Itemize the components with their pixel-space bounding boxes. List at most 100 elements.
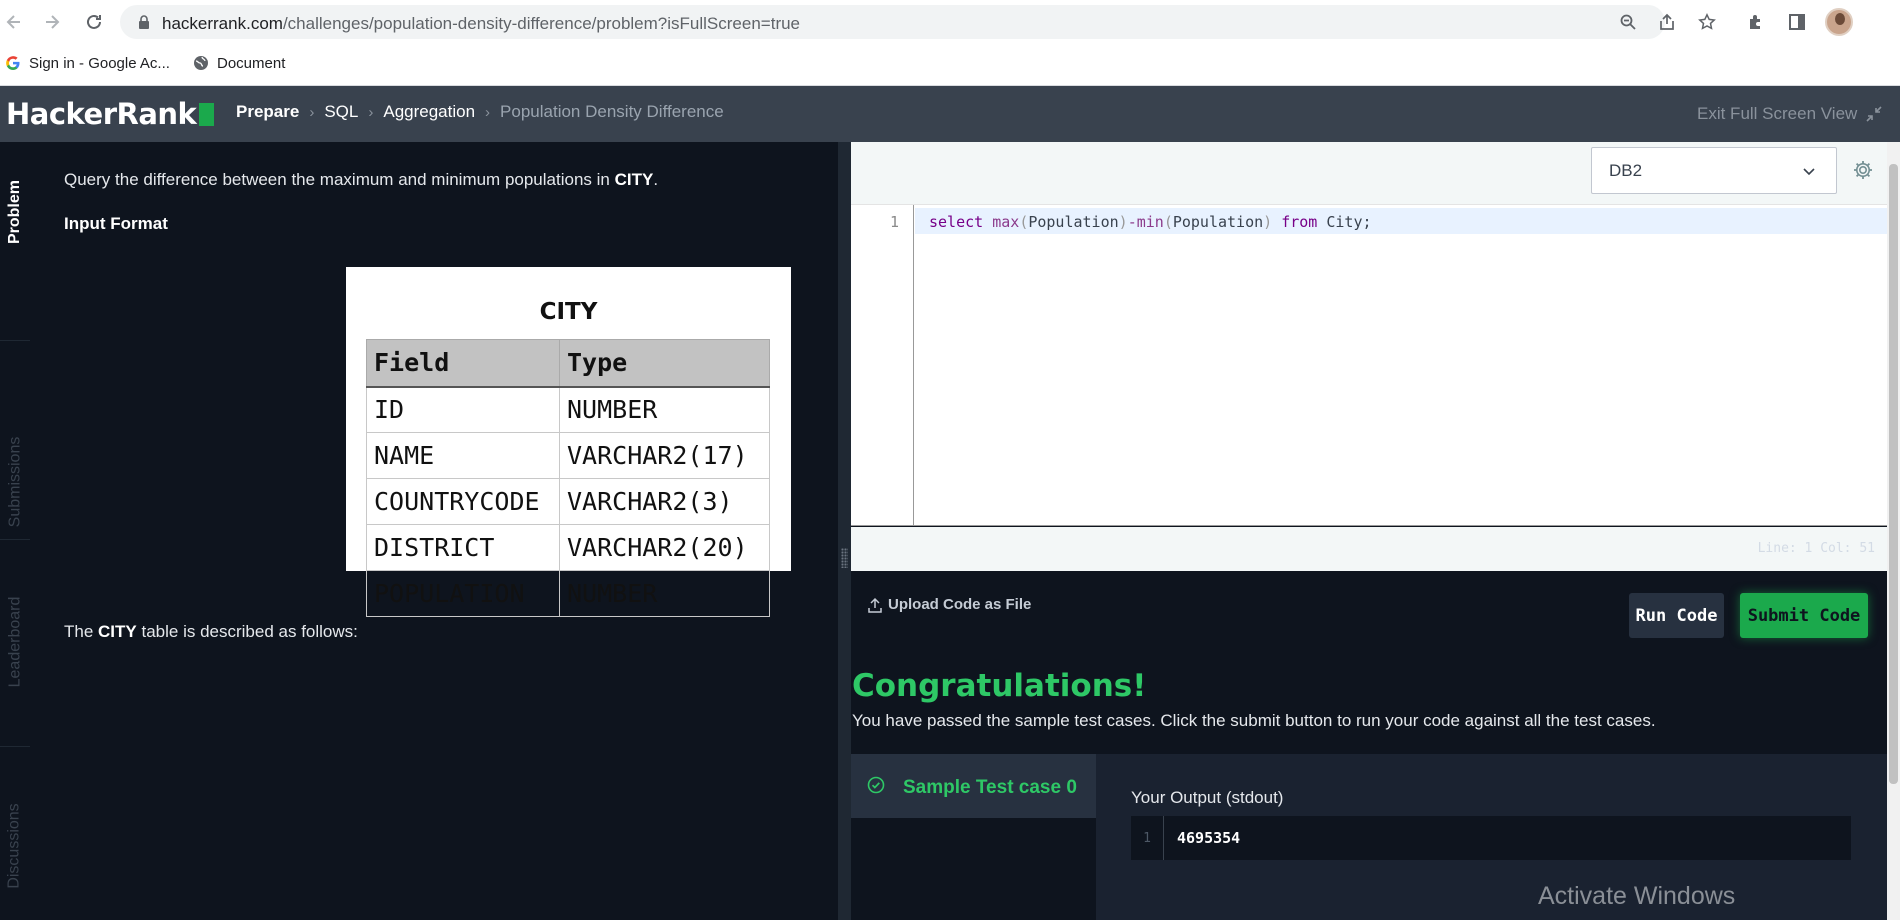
table-desc-text: The xyxy=(64,622,99,641)
address-bar[interactable]: hackerrank.com/challenges/population-den… xyxy=(120,5,1716,39)
code-text[interactable]: select max(Population)-min(Population) f… xyxy=(929,213,1372,231)
bookmark-document[interactable]: Document xyxy=(193,52,285,74)
zoom-icon[interactable] xyxy=(1618,12,1638,32)
schema-type: VARCHAR2(17) xyxy=(559,432,770,479)
tab-label: Discussions xyxy=(6,803,24,889)
language-value: DB2 xyxy=(1609,161,1643,180)
tab-divider xyxy=(0,340,30,341)
chevron-right-icon: › xyxy=(309,103,315,121)
table-row: NAME VARCHAR2(17) xyxy=(366,432,770,479)
language-select[interactable]: DB2 xyxy=(1591,147,1837,194)
code-function: min xyxy=(1136,213,1164,231)
table-row: POPULATION NUMBER xyxy=(366,570,770,617)
result-message: You have passed the sample test cases. C… xyxy=(852,711,1656,730)
schema-field: DISTRICT xyxy=(366,524,560,571)
code-editor[interactable]: 1 select max(Population)-min(Population)… xyxy=(851,204,1887,526)
google-icon xyxy=(5,55,21,71)
editor-toolbar: DB2 xyxy=(851,142,1887,204)
problem-pane: Query the difference between the maximum… xyxy=(30,142,838,920)
resize-grip-icon[interactable] xyxy=(841,548,848,568)
reload-icon[interactable] xyxy=(80,8,108,36)
statement-table-name: CITY xyxy=(614,170,654,189)
schema-field: POPULATION xyxy=(366,570,560,617)
schema-type: NUMBER xyxy=(559,570,770,617)
schema-field: COUNTRYCODE xyxy=(366,478,560,525)
problem-side-tabs: Problem Submissions Leaderboard Discussi… xyxy=(0,142,30,920)
tab-divider xyxy=(0,539,30,540)
city-schema-image: CITY Field Type ID NUMBER NAME VARCHAR2(17… xyxy=(346,267,791,617)
breadcrumb: Prepare › SQL › Aggregation › Population… xyxy=(236,102,724,122)
tab-label: Leaderboard xyxy=(6,596,23,688)
hackerrank-logo[interactable]: HackerRank xyxy=(6,97,215,131)
chevron-right-icon: › xyxy=(368,103,374,121)
browser-chrome: hackerrank.com/challenges/population-den… xyxy=(0,0,1900,86)
url-host: hackerrank.com xyxy=(162,14,283,33)
breadcrumb-sql[interactable]: SQL xyxy=(324,102,358,122)
chevron-down-icon xyxy=(1800,162,1818,180)
schema-type: NUMBER xyxy=(559,386,770,433)
schema-type: VARCHAR2(20) xyxy=(559,524,770,571)
schema-header-cell: Field xyxy=(366,339,560,388)
submit-code-button[interactable]: Submit Code xyxy=(1740,593,1868,638)
avatar[interactable] xyxy=(1825,8,1853,36)
testcase-list xyxy=(851,818,1096,920)
result-title: Congratulations! xyxy=(852,668,1147,704)
code-paren: ) xyxy=(1263,213,1273,231)
editor-statusbar: Line: 1 Col: 51 xyxy=(851,527,1887,571)
tab-problem[interactable]: Problem xyxy=(0,152,30,272)
line-gutter: 1 xyxy=(851,205,914,525)
code-keyword: select xyxy=(929,213,984,231)
sample-testcase-tab[interactable]: Sample Test case 0 xyxy=(851,754,1096,818)
lock-icon[interactable] xyxy=(136,14,152,30)
upload-icon xyxy=(868,597,882,613)
windows-watermark: Activate Windows xyxy=(1538,882,1736,910)
code-operator: - xyxy=(1127,213,1137,231)
breadcrumb-aggregation[interactable]: Aggregation xyxy=(383,102,475,122)
code-identifier: Population xyxy=(1172,213,1264,231)
upload-code-button[interactable]: Upload Code as File xyxy=(868,596,1031,613)
code-keyword: from xyxy=(1281,213,1318,231)
output-line-number: 1 xyxy=(1131,816,1164,860)
code-identifier: City; xyxy=(1326,213,1372,231)
site-header: HackerRank Prepare › SQL › Aggregation ›… xyxy=(0,86,1900,142)
statement-text-end: . xyxy=(653,170,659,189)
star-icon[interactable] xyxy=(1697,12,1717,32)
output-box: 1 4695354 xyxy=(1131,816,1851,860)
code-paren: ( xyxy=(1019,213,1029,231)
table-row: COUNTRYCODE VARCHAR2(3) xyxy=(366,478,770,525)
schema-type: VARCHAR2(3) xyxy=(559,478,770,525)
scrollbar[interactable] xyxy=(1887,142,1900,920)
schema-field: ID xyxy=(366,386,560,433)
scrollbar-thumb[interactable] xyxy=(1889,164,1898,784)
url-path: /challenges/population-density-differenc… xyxy=(282,14,801,33)
extensions-icon[interactable] xyxy=(1744,10,1768,34)
upload-label: Upload Code as File xyxy=(888,596,1032,613)
globe-icon xyxy=(193,55,209,71)
back-arrow-icon[interactable] xyxy=(0,8,28,36)
breadcrumb-prepare[interactable]: Prepare xyxy=(236,102,299,122)
check-circle-icon xyxy=(867,776,885,794)
exit-fullscreen-link[interactable]: Exit Full Screen View xyxy=(1697,104,1857,124)
tab-divider xyxy=(0,746,30,747)
output-value: 4695354 xyxy=(1177,829,1241,847)
sidepanel-icon[interactable] xyxy=(1785,10,1809,34)
tab-label: Submissions xyxy=(6,436,24,528)
input-format-heading: Input Format xyxy=(64,214,168,233)
share-icon[interactable] xyxy=(1657,12,1677,32)
run-code-button[interactable]: Run Code xyxy=(1629,593,1724,638)
code-identifier: Population xyxy=(1028,213,1119,231)
bookmark-google[interactable]: Sign in - Google Ac... xyxy=(5,52,170,74)
table-description: The CITY table is described as follows: xyxy=(64,622,358,642)
schema-title: CITY xyxy=(539,299,598,325)
logo-text: HackerRank xyxy=(6,97,197,131)
forward-arrow-icon[interactable] xyxy=(38,8,66,36)
code-paren: ( xyxy=(1163,213,1173,231)
gear-icon[interactable] xyxy=(1852,159,1874,181)
table-desc-text-end: table is described as follows: xyxy=(136,622,358,641)
schema-field: NAME xyxy=(366,432,560,479)
tab-label: Problem xyxy=(6,179,24,245)
url-text: hackerrank.com/challenges/population-den… xyxy=(162,14,800,34)
pane-resizer[interactable] xyxy=(838,142,851,920)
exit-fullscreen-icon[interactable] xyxy=(1864,104,1884,124)
testcase-label: Sample Test case 0 xyxy=(903,777,1077,798)
